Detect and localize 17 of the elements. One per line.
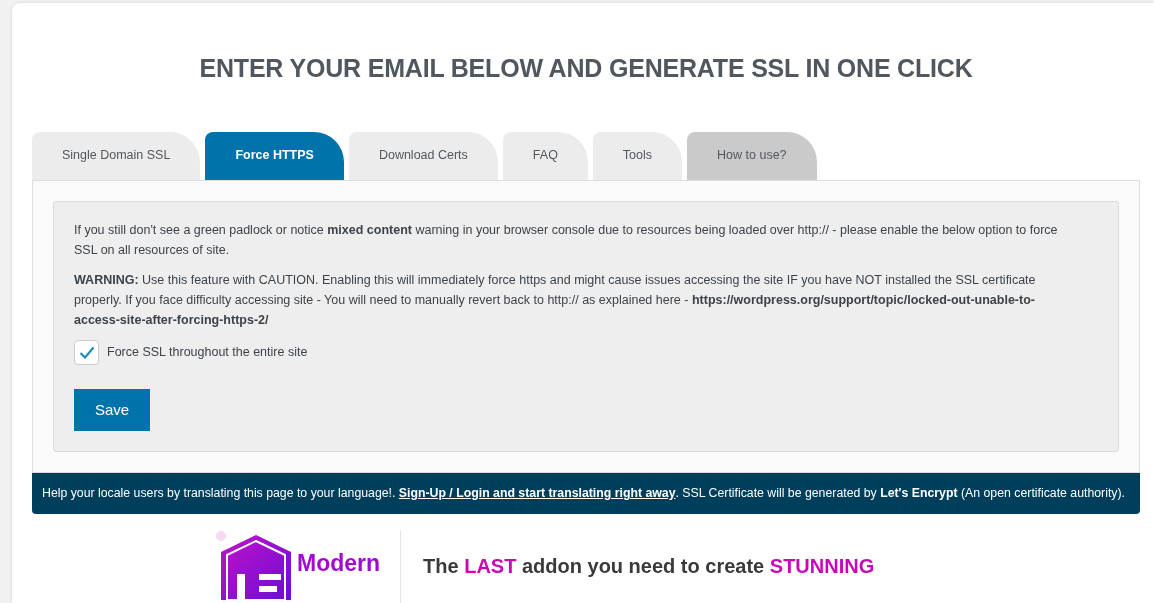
checkbox[interactable] [74,339,99,365]
signup-link[interactable]: Sign-Up / Login and start translating right away [398,486,676,500]
tab[interactable]: Single Domain SSL [32,131,201,180]
promo-headline: The LAST addon you need to create STUNNING [423,554,875,580]
tab[interactable]: Force HTTPS [205,131,344,180]
page-heading: ENTER YOUR EMAIL BELOW AND GENERATE SSL IN ONE CLICK [198,53,974,84]
brand-name: Modern [297,550,381,577]
save-button[interactable]: Save [74,388,151,431]
checkbox-label: Force SSL throughout the entire site [107,343,308,361]
paragraph: WARNING: Use this feature with CAUTION. Enabling this will immediately force https and might cause issues accessing the site IF you have NOT installed the SSL certificate properly. If you face difficulty accessing site - You will need to manually revert back to http:// as explained here - https://wordpress.org/support/topic/locked-out-unable-to-access-site-after-forcing-https-2/ [74,271,1037,329]
check-icon [78,345,95,359]
tab[interactable]: How to use? [687,131,817,180]
paragraph: If you still don't see a green padlock or notice mixed content warning in your browser console due to resources being loaded over http:// - please enable the below option to force SSL on all resources of site. [74,221,1059,259]
translation-notice: Help your locale users by translating this page to your language!. Sign-Up / Login and start translating right away. SSL Certificate will be generated by Let's Encrypt (An open certificate authority). [42,486,1126,500]
tab[interactable]: FAQ [502,131,588,180]
tab[interactable]: Download Certs [348,131,498,180]
tab[interactable]: Tools [592,131,683,180]
